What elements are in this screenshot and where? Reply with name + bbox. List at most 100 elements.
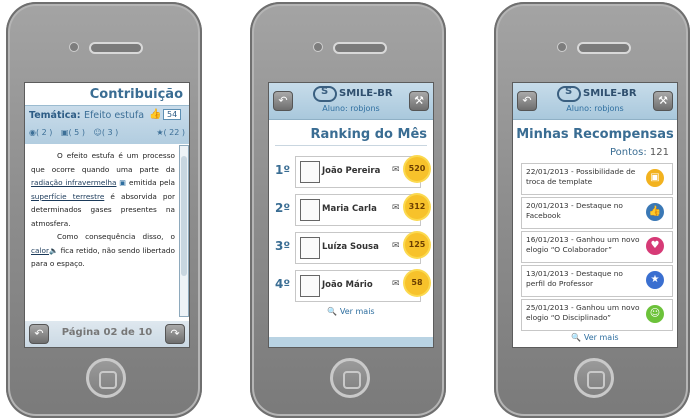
reward-item[interactable]: 25/01/2013 - Ganhou um novo elogio “O Di…	[521, 299, 673, 331]
thumbs-up-icon: 👍	[646, 203, 664, 221]
app-header: ↶ S SMILE-BR Aluno: robjons ⚒	[513, 83, 677, 120]
student-name: Luíza Sousa	[322, 242, 379, 252]
rank-position: 2º	[275, 201, 291, 215]
people-stat[interactable]: ☺( 3 )	[93, 128, 118, 137]
screen-ranking: ↶ S SMILE-BR Aluno: robjons ⚒ Ranking do…	[268, 82, 434, 348]
image-stat[interactable]: ▣( 5 )	[61, 128, 85, 137]
score-badge: 125	[405, 233, 429, 257]
people-icon: ☺	[93, 128, 102, 137]
reward-text: 20/01/2013 - Destaque no Facebook	[526, 201, 623, 220]
phone-contribuicao: Contribuição Temática: Efeito estufa 👍 5…	[6, 2, 202, 418]
app-header: ↶ S SMILE-BR Aluno: robjons ⚒	[269, 83, 433, 120]
scroll-thumb[interactable]	[181, 156, 187, 276]
next-button[interactable]: ↷	[165, 324, 185, 344]
page-title: Minhas Recompensas	[516, 127, 674, 142]
phone-recompensas: ↶ S SMILE-BR Aluno: robjons ⚒ Minhas Rec…	[494, 2, 690, 418]
envelope-icon[interactable]: ✉	[392, 279, 400, 289]
thumbs-up-icon[interactable]: 👍	[149, 109, 161, 120]
brand-name: SMILE-BR	[339, 88, 393, 99]
reward-text: 16/01/2013 - Ganhou um novo elogio “O Co…	[526, 235, 640, 254]
score-badge: 312	[405, 195, 429, 219]
speaker	[577, 42, 631, 54]
template-icon: ▣	[646, 169, 664, 187]
reward-item[interactable]: 20/01/2013 - Destaque no Facebook 👍	[521, 197, 673, 229]
phone-ranking: ↶ S SMILE-BR Aluno: robjons ⚒ Ranking do…	[250, 2, 446, 418]
rank-position: 3º	[275, 239, 291, 253]
envelope-icon[interactable]: ✉	[392, 203, 400, 213]
tools-button[interactable]: ⚒	[409, 91, 429, 111]
page-title: Ranking do Mês	[310, 127, 427, 142]
student-name: João Mário	[322, 280, 373, 290]
reward-text: 22/01/2013 - Possibilidade de troca de t…	[526, 167, 636, 186]
camera	[313, 42, 323, 52]
ranking-row[interactable]: 3º Luíza Sousa ✉ 125	[273, 231, 429, 264]
ranking-row[interactable]: 4º João Mário ✉ 58	[273, 269, 429, 302]
tools-button[interactable]: ⚒	[653, 91, 673, 111]
theme-value: Efeito estufa	[83, 110, 145, 121]
ranking-card: João Mário ✉	[295, 270, 421, 302]
tools-icon: ⚒	[414, 94, 424, 107]
scrollbar[interactable]	[179, 145, 189, 317]
rank-position: 1º	[275, 163, 291, 177]
reward-item[interactable]: 22/01/2013 - Possibilidade de troca de t…	[521, 163, 673, 195]
avatar	[300, 275, 320, 297]
points-value: 121	[649, 147, 669, 158]
camera	[557, 42, 567, 52]
student-name: João Pereira	[322, 166, 381, 176]
link-calor[interactable]: calor	[31, 246, 49, 255]
envelope-icon[interactable]: ✉	[392, 241, 400, 251]
logo-icon: S	[557, 86, 581, 102]
search-icon: 🔍	[571, 333, 582, 342]
ranking-card: Maria Carla ✉	[295, 194, 421, 226]
paragraph-2: Como consequência disso, o calor🔈 fica r…	[31, 232, 175, 268]
link-radiacao[interactable]: radiação infravermelha	[31, 178, 116, 187]
forward-icon: ↷	[170, 327, 180, 340]
theme-panel: Temática: Efeito estufa 👍 54 ◉( 2 ) ▣( 5…	[25, 105, 189, 144]
ranking-row[interactable]: 2º Maria Carla ✉ 312	[273, 193, 429, 226]
reward-item[interactable]: 16/01/2013 - Ganhou um novo elogio “O Co…	[521, 231, 673, 263]
student-name: Maria Carla	[322, 204, 377, 214]
star-icon: ★	[646, 271, 664, 289]
smiley-icon: ☺	[646, 305, 664, 323]
avatar	[300, 161, 320, 183]
home-button[interactable]	[330, 358, 370, 398]
screen-recompensas: ↶ S SMILE-BR Aluno: robjons ⚒ Minhas Rec…	[512, 82, 678, 348]
envelope-icon[interactable]: ✉	[392, 165, 400, 175]
points-display: Pontos: 121	[609, 147, 669, 158]
article-body: O efeito estufa é um processo que ocorre…	[31, 149, 175, 271]
rank-position: 4º	[275, 277, 291, 291]
tools-icon: ⚒	[658, 94, 668, 107]
certificate-stat[interactable]: ★( 22 )	[156, 128, 185, 137]
home-button[interactable]	[86, 358, 126, 398]
speaker	[89, 42, 143, 54]
theme-label: Temática: Efeito estufa	[29, 110, 145, 121]
camera	[69, 42, 79, 52]
logo-icon: S	[313, 86, 337, 102]
paragraph-1: O efeito estufa é um processo que ocorre…	[31, 151, 175, 228]
speaker-icon[interactable]: 🔈	[49, 246, 58, 255]
ver-mais-link[interactable]: 🔍 Ver mais	[269, 307, 433, 316]
reward-item[interactable]: 13/01/2013 - Destaque no perfil do Profe…	[521, 265, 673, 297]
divider	[275, 145, 427, 146]
ver-mais-link[interactable]: 🔍 Ver mais	[513, 333, 677, 342]
speaker	[333, 42, 387, 54]
screen-contribuicao: Contribuição Temática: Efeito estufa 👍 5…	[24, 82, 190, 348]
search-icon: 🔍	[327, 307, 338, 316]
link-superficie[interactable]: superfície terrestre	[31, 192, 104, 201]
home-button[interactable]	[574, 358, 614, 398]
page-title: Contribuição	[89, 87, 183, 102]
score-badge: 520	[405, 157, 429, 181]
brand-name: SMILE-BR	[583, 88, 637, 99]
avatar	[300, 199, 320, 221]
handshake-icon: ♥	[646, 237, 664, 255]
audio-icon: ◉	[29, 128, 36, 137]
ranking-row[interactable]: 1º João Pereira ✉ 520	[273, 155, 429, 188]
score-badge: 58	[405, 271, 429, 295]
ranking-card: João Pereira ✉	[295, 156, 421, 188]
like-count: 54	[163, 109, 182, 120]
reward-text: 13/01/2013 - Destaque no perfil do Profe…	[526, 269, 623, 288]
audio-stat[interactable]: ◉( 2 )	[29, 128, 52, 137]
avatar	[300, 237, 320, 259]
image-icon: ▣	[60, 128, 69, 137]
bottom-bar	[269, 337, 433, 347]
